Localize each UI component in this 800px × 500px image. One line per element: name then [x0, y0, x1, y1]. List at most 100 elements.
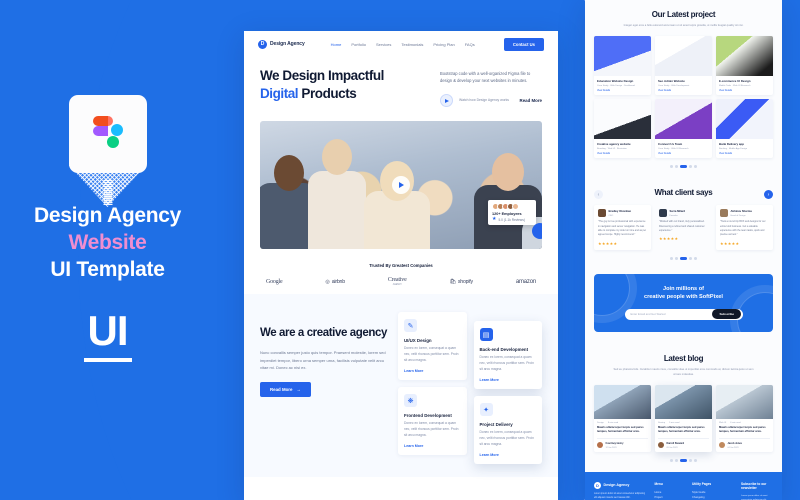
project-title: E-commerce UI Design [719, 79, 751, 84]
footer-link-changelog[interactable]: Changelog [692, 495, 734, 500]
service-card-link[interactable]: Learn More [480, 453, 537, 457]
design-agency-logo-icon: D [594, 481, 601, 489]
project-card[interactable]: Education Website Design Case Study · We… [594, 36, 651, 96]
testimonial-author: Abhinav Sharma [730, 209, 752, 213]
nav-link-faqs[interactable]: FAQs [465, 42, 475, 47]
play-icon[interactable] [440, 94, 453, 108]
arrow-left-icon[interactable]: ‹ [594, 190, 603, 200]
pagination-dot-active[interactable] [680, 458, 687, 462]
project-link[interactable]: View Details [719, 152, 770, 155]
pagination-dot[interactable] [670, 256, 673, 260]
project-title: Connect Us Team [658, 142, 683, 147]
star-rating-icon: ★★★★★ [659, 236, 679, 242]
testimonials-pagination-dots[interactable] [594, 256, 773, 260]
project-meta: Branding · Web UI · Illustration [597, 147, 627, 150]
service-card-project-delivery[interactable]: ✦ Project Delivery Donec ex lorem, conse… [473, 396, 542, 464]
newsletter-cta-band: Join millions of creative people with So… [585, 270, 782, 344]
service-card-frontend-development[interactable]: ❋ Frontend Development Donec ex lorem, c… [398, 387, 467, 455]
avatar [720, 209, 728, 218]
testimonial-role: Head of Design [730, 214, 746, 217]
pagination-dot[interactable] [694, 165, 697, 169]
pagination-dot[interactable] [689, 256, 692, 260]
cta-email-input[interactable]: Enter Email and Get Started [631, 312, 713, 316]
service-card-back-end-development[interactable]: ▤ Back-end Development Donec ex lorem, c… [473, 321, 542, 390]
contact-us-button[interactable]: Contact Us [503, 37, 544, 51]
testimonials-section: ‹ What client says › Bradley Okonkwo CEO… [585, 178, 782, 270]
nav-link-portfolio[interactable]: Portfolio [351, 42, 366, 47]
nav-link-home[interactable]: Home [331, 42, 342, 47]
project-card[interactable]: E-commerce UI Design Mobile Tools · Web … [716, 36, 773, 96]
service-card-text: Donec ex lorem, consequat a quam nec, ve… [404, 346, 459, 363]
hero-title-rest: Products [298, 86, 357, 102]
pagination-dot[interactable] [694, 256, 697, 260]
employees-count: 120+ Employees [492, 212, 522, 217]
hero-subtitle: Bootstrap code with a well-organized Fig… [440, 71, 531, 84]
navbar-links: Home Portfolio Services Testimonials Pri… [331, 42, 475, 47]
footer-link-project[interactable]: Project [654, 495, 685, 500]
cta-subscribe-button[interactable]: Subscribe [712, 308, 741, 320]
navbar-brand[interactable]: D Design Agency [258, 39, 305, 49]
latest-projects-subtitle: Integer eget eros a felis euismod accums… [623, 24, 744, 27]
project-link[interactable]: View Details [597, 89, 648, 92]
project-card[interactable]: Connect Us Team Case Study · Web UI Rese… [655, 99, 712, 159]
navbar-brand-label: Design Agency [270, 41, 305, 47]
employees-rating-text: 5.0 (1.1k Reviews) [498, 217, 525, 222]
footer-brand[interactable]: D Design Agency [594, 481, 647, 489]
design-pen-icon: ✎ [404, 319, 417, 333]
project-card[interactable]: Creative agency website Branding · Web U… [594, 99, 651, 159]
testimonial-text: "The guy is true professional with exper… [598, 220, 647, 237]
service-card-title: Project Delivery [479, 422, 513, 428]
project-meta: Case Study · Web UI Research [658, 147, 689, 150]
pagination-dot[interactable] [675, 256, 678, 260]
testimonial-role: CEO [608, 214, 614, 217]
pagination-dot[interactable] [694, 458, 697, 462]
blog-card[interactable]: Web UI 6 min read Mauris ullamcorper tur… [716, 384, 773, 452]
project-card[interactable]: Seo Admin Website Case Study · Web Devel… [655, 36, 712, 96]
blog-author-name: Courtney Henry [605, 441, 624, 445]
project-link[interactable]: View Details [658, 89, 709, 92]
blog-read-time: 5 min read [669, 421, 680, 424]
project-card[interactable]: Bank Delivery app Banking · Mobile App D… [716, 99, 773, 159]
pagination-dot-active[interactable] [680, 256, 687, 260]
service-card-link[interactable]: Learn More [404, 444, 461, 448]
promo-title-line3: UI Template [50, 257, 165, 281]
pagination-dot[interactable] [670, 165, 673, 169]
pagination-dot[interactable] [670, 458, 673, 462]
project-link[interactable]: View Details [719, 89, 770, 92]
project-link[interactable]: View Details [597, 152, 648, 155]
pagination-dot-active[interactable] [680, 165, 687, 169]
service-card-ui-ux-design[interactable]: ✎ UI/UX Design Donec ex lorem, consequat… [398, 312, 467, 381]
hero-play-label: Watch how Design Agency works [459, 98, 510, 103]
pagination-dot[interactable] [675, 458, 678, 462]
project-link[interactable]: View Details [658, 152, 709, 155]
avatar [598, 209, 606, 218]
employees-badge: 120+ Employees ★ 5.0 (1.1k Reviews) [488, 200, 536, 226]
employee-avatars [492, 203, 532, 211]
project-title: Creative agency website [597, 142, 631, 147]
arrow-right-icon[interactable]: › [764, 190, 773, 200]
blog-read-time: 8 min read [607, 421, 619, 424]
latest-blog-section: Latest blog Sed eu pharetra felis. Curab… [585, 344, 782, 472]
creative-read-more-button[interactable]: Read More → [260, 382, 311, 398]
hero-read-more-link[interactable]: Read More [520, 98, 542, 103]
nav-link-testimonials[interactable]: Testimonials [401, 42, 423, 47]
pagination-dot[interactable] [675, 165, 678, 169]
blog-tag: Startup [658, 421, 666, 424]
project-cards: Education Website Design Case Study · We… [594, 36, 773, 159]
figma-logo-pin [68, 95, 147, 207]
blog-card[interactable]: Startup 5 min read Mauris ullamcorper tu… [655, 384, 712, 452]
avatar [719, 442, 725, 449]
pagination-dot[interactable] [689, 165, 692, 169]
blog-card[interactable]: Design 8 min read Mauris ullamcorper tur… [594, 384, 651, 452]
hero-photo: 120+ Employees ★ 5.0 (1.1k Reviews) [260, 121, 542, 250]
hero-video-play-button[interactable] [392, 176, 410, 195]
service-card-link[interactable]: Learn More [480, 378, 537, 382]
blog-pagination-dots[interactable] [594, 458, 773, 462]
pagination-dot[interactable] [689, 458, 692, 462]
nav-link-pricing-plan[interactable]: Pricing Plan [433, 42, 454, 47]
hero-left: We Design Impactful Digital Products [260, 67, 428, 107]
blog-title: Mauris ullamcorper turpis sed purus temp… [597, 425, 644, 434]
nav-link-services[interactable]: Services [376, 42, 391, 47]
service-card-link[interactable]: Learn More [404, 369, 461, 373]
projects-pagination-dots[interactable] [594, 165, 773, 169]
